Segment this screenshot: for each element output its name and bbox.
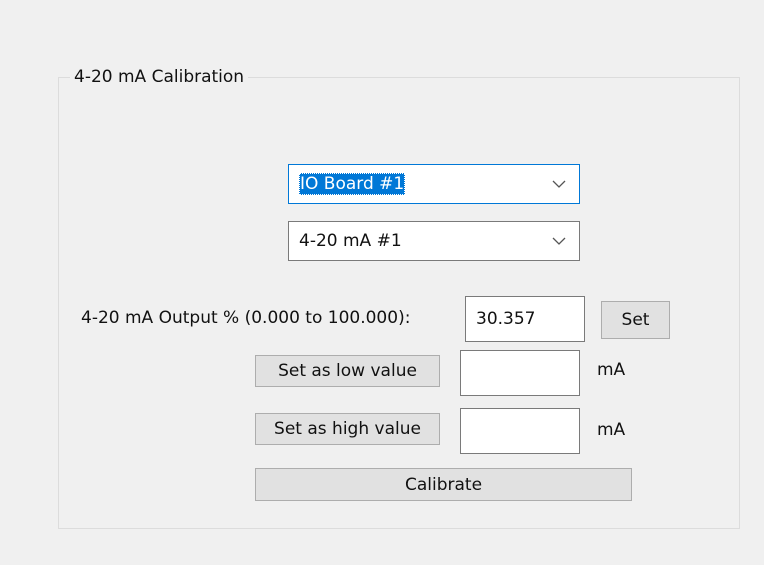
low-unit-label: mA bbox=[597, 360, 626, 380]
set-high-value-button[interactable]: Set as high value bbox=[255, 413, 440, 445]
high-value-input[interactable] bbox=[460, 408, 580, 454]
channel-select-value: 4-20 mA #1 bbox=[299, 231, 402, 251]
chevron-down-icon[interactable] bbox=[539, 237, 579, 245]
high-unit-label: mA bbox=[597, 420, 626, 440]
output-percent-label: 4-20 mA Output % (0.000 to 100.000): bbox=[81, 308, 411, 328]
output-percent-input[interactable] bbox=[465, 296, 585, 342]
set-low-value-button[interactable]: Set as low value bbox=[255, 355, 440, 387]
calibrate-button[interactable]: Calibrate bbox=[255, 468, 632, 501]
low-value-input[interactable] bbox=[460, 350, 580, 396]
channel-select[interactable]: 4-20 mA #1 bbox=[288, 221, 580, 261]
set-button[interactable]: Set bbox=[601, 301, 670, 339]
board-select[interactable]: IO Board #1 bbox=[288, 164, 580, 204]
group-title: 4-20 mA Calibration bbox=[70, 66, 249, 88]
chevron-down-icon[interactable] bbox=[539, 180, 579, 188]
board-select-value: IO Board #1 bbox=[299, 173, 406, 195]
